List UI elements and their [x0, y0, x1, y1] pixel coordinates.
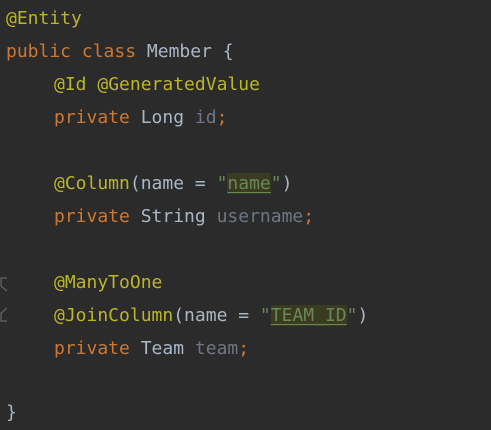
semicolon: ;	[303, 206, 315, 227]
string-value-highlighted[interactable]: TEAM_ID	[270, 305, 347, 326]
annotation-args-open: (name =	[173, 305, 260, 326]
string-quote: "	[270, 173, 282, 194]
annotation-args-open: (name =	[129, 173, 217, 194]
field-name: team	[194, 338, 239, 359]
close-brace: }	[6, 402, 17, 423]
code-line: public class Member {	[6, 35, 234, 68]
code-line: @JoinColumn(name = "TEAM_ID")	[6, 299, 368, 332]
keyword-private: private	[54, 206, 130, 227]
semicolon: ;	[238, 338, 250, 359]
code-line: private Team team;	[6, 332, 249, 365]
string-quote: "	[346, 305, 358, 326]
annotation-args-close: )	[357, 305, 369, 326]
code-line: @Entity	[6, 2, 82, 35]
class-name: Member	[146, 41, 212, 62]
open-brace: {	[222, 41, 234, 62]
field-name: username	[216, 206, 304, 227]
annotation-column: @Column	[54, 173, 130, 194]
keyword-public: public	[6, 41, 72, 62]
string-quote: "	[259, 305, 271, 326]
string-quote: "	[216, 173, 228, 194]
code-editor[interactable]: @Entity public class Member { @Id @Gener…	[0, 0, 491, 430]
string-value-highlighted[interactable]: name	[227, 173, 271, 194]
field-name: id	[194, 107, 217, 128]
annotation-many-to-one: @ManyToOne	[54, 272, 163, 293]
keyword-private: private	[54, 107, 130, 128]
code-line: }	[6, 396, 17, 429]
annotation-entity: @Entity	[6, 8, 82, 29]
code-line: @Id @GeneratedValue	[6, 68, 260, 101]
annotation-join-column: @JoinColumn	[54, 305, 174, 326]
type-name: String	[140, 206, 206, 227]
code-line: @Column(name = "name")	[6, 167, 292, 200]
keyword-class: class	[81, 41, 137, 62]
type-name: Team	[140, 338, 185, 359]
code-line: private Long id;	[6, 101, 227, 134]
annotation-id: @Id	[54, 74, 87, 95]
annotation-generated-value: @GeneratedValue	[97, 74, 260, 95]
keyword-private: private	[54, 338, 130, 359]
type-name: Long	[140, 107, 185, 128]
code-line: private String username;	[6, 200, 314, 233]
annotation-args-close: )	[281, 173, 293, 194]
semicolon: ;	[216, 107, 228, 128]
code-line: @ManyToOne	[6, 266, 162, 299]
